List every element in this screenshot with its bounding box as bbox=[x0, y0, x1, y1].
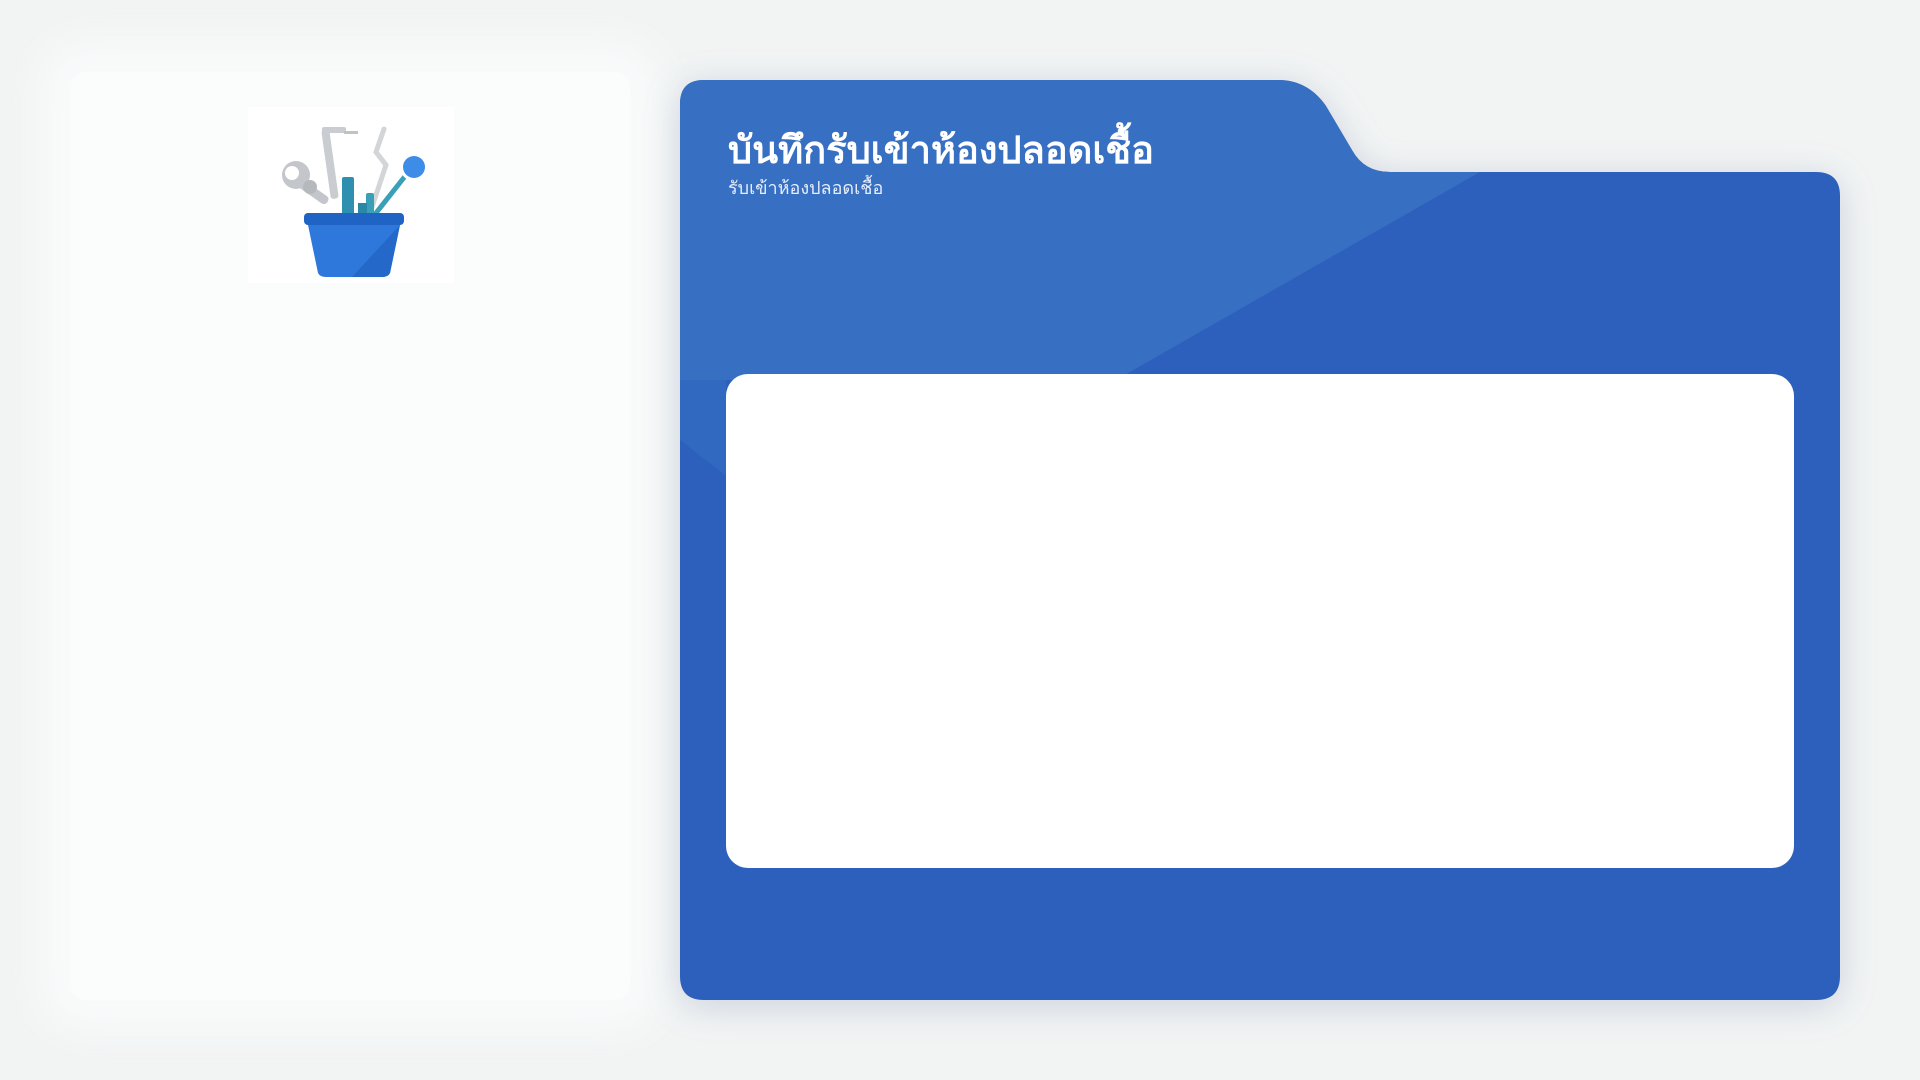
app-page: บันทึกรับเข้าห้องปลอดเชื้อ รับเข้าห้องปล… bbox=[0, 0, 1920, 1080]
main-folder-panel: บันทึกรับเข้าห้องปลอดเชื้อ รับเข้าห้องปล… bbox=[680, 80, 1840, 1000]
sidebar bbox=[70, 72, 630, 1000]
page-title: บันทึกรับเข้าห้องปลอดเชื้อ bbox=[728, 128, 1154, 172]
page-subtitle: รับเข้าห้องปลอดเชื้อ bbox=[728, 178, 884, 199]
content-card bbox=[726, 374, 1794, 868]
app-logo bbox=[248, 107, 454, 283]
dental-tools-basket-icon bbox=[282, 126, 428, 277]
